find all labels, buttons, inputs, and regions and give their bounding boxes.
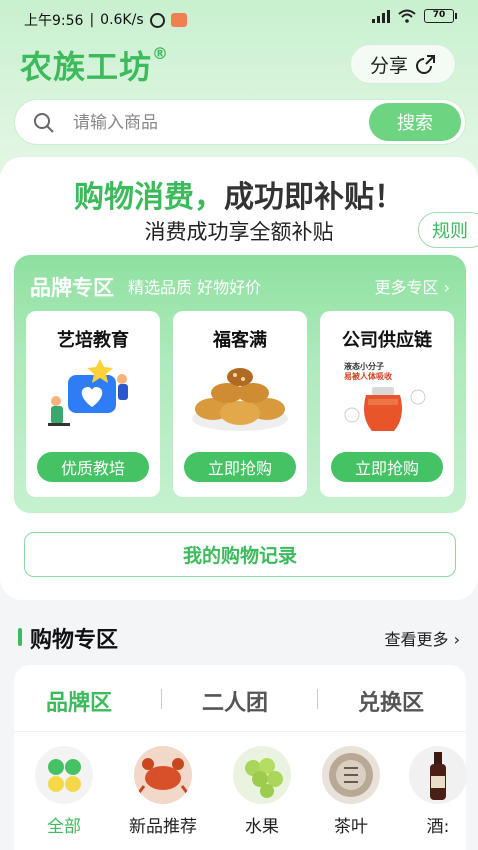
category-all[interactable]: 全部: [24, 746, 104, 837]
category-label: 新品推荐: [129, 817, 197, 837]
promo-subheadline: 消费成功享全额补贴: [144, 220, 334, 244]
shopping-zone-title: 购物专区: [30, 628, 119, 653]
share-external-icon: [416, 55, 435, 74]
chevron-right-icon: ›: [453, 630, 460, 649]
category-label: 水果: [245, 817, 279, 837]
wifi-icon: [398, 9, 416, 23]
juice-image-text-2: 易被人体吸收: [344, 371, 392, 381]
share-label: 分享: [369, 54, 408, 77]
tab-divider: [161, 689, 162, 709]
category-label: 酒:: [426, 817, 450, 837]
app-notification-icon: [170, 13, 187, 27]
status-time: 上午9:56: [24, 13, 84, 29]
brand-card-education[interactable]: 艺培教育 优质教培: [26, 311, 160, 497]
tab-exchange[interactable]: 兑换区: [358, 685, 424, 717]
category-label: 茶叶: [334, 817, 368, 837]
crab-icon: [134, 746, 192, 804]
wine-bottle-icon: [409, 746, 467, 804]
education-illustration-icon: [48, 359, 128, 426]
category-new[interactable]: 新品推荐: [123, 746, 203, 837]
brand-zone-subtitle: 精选品质 好物好价: [128, 278, 262, 297]
tab-divider: [317, 689, 318, 709]
juice-jar-icon: 液态小分子 易被人体吸收: [344, 361, 426, 431]
search-bar: 搜索: [14, 99, 466, 145]
section-accent-bar: [18, 628, 22, 646]
status-bar: 上午9:56 | 0.6K/s 70: [0, 0, 478, 38]
search-icon: [34, 113, 54, 133]
logo-text: 农族工坊: [20, 48, 153, 86]
category-fruit[interactable]: 水果: [222, 746, 302, 837]
registered-mark: ®: [152, 44, 170, 63]
tea-cake-icon: [322, 746, 380, 804]
search-input[interactable]: [73, 108, 363, 138]
brand-button[interactable]: 优质教培: [37, 452, 149, 482]
brand-zone-title: 品牌专区: [30, 276, 114, 300]
tab-brand-area[interactable]: 品牌区: [46, 685, 112, 717]
tab-separator-line: [14, 731, 466, 732]
status-left: 上午9:56 | 0.6K/s: [24, 10, 187, 30]
chevron-right-icon: ›: [443, 278, 450, 297]
view-more-link[interactable]: 查看更多 ›: [384, 626, 460, 650]
status-separator: |: [89, 12, 95, 28]
brand-card-fukeman[interactable]: 福客满 立即抢购: [173, 311, 307, 497]
more-zones-link[interactable]: 更多专区 ›: [374, 274, 450, 298]
grid-dots-icon: [35, 746, 93, 804]
juice-image-text-1: 液态小分子: [344, 361, 384, 371]
shopping-record-button[interactable]: 我的购物记录: [24, 532, 456, 577]
alarm-icon: [149, 12, 165, 28]
more-zones-label: 更多专区: [374, 278, 439, 297]
category-tea[interactable]: 茶叶: [311, 746, 391, 837]
view-more-label: 查看更多: [384, 630, 449, 649]
brand-button[interactable]: 立即抢购: [184, 452, 296, 482]
brand-card-supply-chain[interactable]: 公司供应链 液态小分子 易被人体吸收 立即抢购: [320, 311, 454, 497]
pastry-plate-icon: [192, 368, 288, 431]
search-button[interactable]: 搜索: [369, 103, 461, 141]
headline-green: 购物消费，: [74, 180, 224, 215]
battery-icon: 70: [424, 9, 457, 23]
app-logo: 农族工坊®: [20, 42, 169, 88]
signal-icon: [372, 9, 390, 23]
promo-headline: 购物消费，成功即补贴！: [0, 172, 478, 216]
category-label: 全部: [47, 817, 81, 837]
brand-name: 艺培教育: [57, 330, 129, 351]
tab-group-buy[interactable]: 二人团: [202, 685, 268, 717]
network-speed: 0.6K/s: [100, 12, 144, 28]
headline-dark: 成功即补贴！: [224, 180, 404, 215]
brand-zone: 品牌专区 精选品质 好物好价 更多专区 › 艺培教育 优质教培 福客满 立即抢购…: [14, 255, 466, 513]
brand-name: 福客满: [213, 330, 267, 351]
category-wine[interactable]: 酒:: [398, 746, 478, 837]
brand-button[interactable]: 立即抢购: [331, 452, 443, 482]
brand-name: 公司供应链: [342, 330, 432, 351]
status-right: 70: [372, 9, 457, 23]
grape-icon: [233, 746, 291, 804]
share-button[interactable]: 分享: [350, 44, 456, 84]
rules-button[interactable]: 规则: [418, 212, 478, 248]
